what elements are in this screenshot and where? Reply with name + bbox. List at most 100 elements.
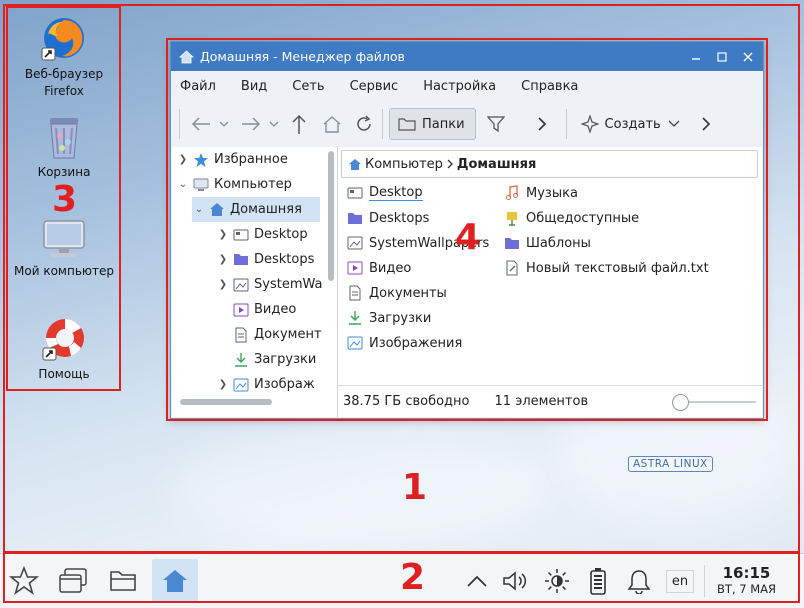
chevron-right-icon — [537, 117, 546, 131]
home-icon — [349, 158, 361, 170]
video-folder-icon — [347, 261, 363, 275]
tree-item-desktops[interactable]: ❯ Desktops — [216, 247, 315, 272]
menu-network[interactable]: Сеть — [289, 77, 327, 96]
tray-expand-button[interactable] — [460, 559, 494, 603]
arrow-up-icon — [292, 114, 306, 134]
documents-folder-icon — [235, 327, 247, 342]
menu-file[interactable]: Файл — [177, 77, 219, 96]
breadcrumb-root[interactable]: Компьютер — [365, 157, 443, 172]
expand-arrow-icon[interactable]: ❯ — [216, 379, 230, 390]
notifications-button[interactable] — [618, 559, 660, 603]
annotation-number-3: 3 — [52, 179, 78, 220]
desktop-icon-my-computer[interactable]: Мой компьютер — [10, 219, 118, 280]
desktop-icon-label: Firefox — [44, 84, 84, 98]
breadcrumb[interactable]: Компьютер Домашняя — [341, 150, 758, 178]
zoom-slider-handle[interactable] — [672, 394, 689, 411]
forward-history-dropdown[interactable] — [266, 108, 282, 140]
minimize-button[interactable] — [685, 46, 707, 68]
zoom-slider[interactable] — [672, 394, 756, 411]
forward-button[interactable] — [236, 108, 266, 140]
breadcrumb-current[interactable]: Домашняя — [457, 157, 536, 172]
filter-button[interactable] — [480, 108, 512, 140]
battery-button[interactable] — [578, 559, 618, 603]
tree-item-video[interactable]: Видео — [230, 297, 296, 322]
close-button[interactable] — [737, 46, 759, 68]
up-button[interactable] — [284, 108, 314, 140]
tree-item-images[interactable]: ❯ Изображ — [216, 372, 315, 397]
status-bar: 38.75 ГБ свободно 11 элементов — [338, 385, 762, 417]
images-folder-icon — [347, 336, 363, 350]
desktops-switcher-button[interactable] — [50, 559, 96, 603]
folders-toggle-label: Папки — [422, 116, 465, 132]
annotation-number-1: 1 — [402, 467, 428, 508]
file-item-documents[interactable]: Документы — [347, 281, 447, 305]
windows-icon — [59, 568, 87, 593]
expand-arrow-icon[interactable]: ❯ — [216, 254, 230, 265]
file-item-new-text-file[interactable]: Новый текстовый файл.txt — [504, 256, 709, 280]
home-button[interactable] — [316, 108, 348, 140]
toolbar-overflow-button[interactable] — [695, 108, 717, 140]
expand-arrow-icon[interactable]: ❯ — [216, 229, 230, 240]
close-icon — [743, 52, 753, 61]
tree-item-favorites[interactable]: ❯ Избранное — [176, 147, 288, 172]
tree-item-desktop[interactable]: ❯ Desktop — [216, 222, 308, 247]
lifebuoy-icon — [42, 319, 84, 361]
collapse-arrow-icon[interactable]: ⌄ — [176, 179, 190, 190]
minimize-icon — [692, 57, 700, 60]
file-item-templates[interactable]: Шаблоны — [504, 231, 591, 255]
menu-service[interactable]: Сервис — [347, 77, 402, 96]
folder-icon — [234, 254, 248, 265]
tree-item-systemwallpapers[interactable]: ❯ SystemWa — [216, 272, 323, 297]
folders-toggle-button[interactable]: Папки — [389, 108, 476, 140]
file-item-public[interactable]: Общедоступные — [504, 206, 639, 230]
file-item-downloads[interactable]: Загрузки — [347, 306, 431, 330]
collapse-arrow-icon[interactable]: ⌄ — [192, 204, 206, 215]
wallpaper-folder-icon — [347, 236, 363, 250]
brightness-button[interactable] — [536, 559, 578, 603]
desktop-icon-trash[interactable]: Корзина — [10, 114, 118, 181]
file-manager-launcher[interactable] — [100, 559, 146, 603]
expand-arrow-icon[interactable]: ❯ — [176, 154, 190, 165]
refresh-button[interactable] — [348, 108, 380, 140]
menu-settings[interactable]: Настройка — [420, 77, 499, 96]
desktop: ASTRA LINUX Веб-браузер Firefox Корзина — [0, 0, 804, 608]
tree-item-downloads[interactable]: Загрузки — [230, 347, 316, 372]
file-item-video[interactable]: Видео — [347, 256, 411, 280]
tree-item-documents[interactable]: Документ — [230, 322, 322, 347]
create-button[interactable]: Создать — [577, 108, 685, 140]
file-item-images[interactable]: Изображения — [347, 331, 462, 355]
tree-vertical-scrollbar[interactable] — [328, 151, 334, 281]
file-item-music[interactable]: Музыка — [504, 181, 578, 205]
menu-help[interactable]: Справка — [518, 77, 581, 96]
desktop-icon-help[interactable]: Помощь — [10, 316, 118, 383]
volume-button[interactable] — [494, 559, 536, 603]
language-indicator[interactable]: en — [662, 559, 698, 603]
back-button[interactable] — [186, 108, 216, 140]
item-count-label: 11 элементов — [494, 394, 589, 409]
window-titlebar[interactable]: Домашняя - Менеджер файлов — [171, 42, 763, 71]
clock[interactable]: 16:15 ВТ, 7 МАЯ — [704, 565, 788, 597]
back-history-dropdown[interactable] — [216, 108, 232, 140]
chevron-down-icon — [668, 120, 680, 127]
toolbar: Папки Создать — [171, 101, 763, 147]
refresh-icon — [357, 115, 371, 131]
taskbar-window-file-manager[interactable] — [152, 559, 198, 603]
arrow-left-icon — [191, 117, 210, 131]
window-title: Домашняя - Менеджер файлов — [200, 49, 405, 64]
tree-horizontal-scrollbar[interactable] — [180, 399, 272, 405]
tree-item-home[interactable]: ⌄ Домашняя — [192, 197, 320, 222]
file-item-desktops[interactable]: Desktops — [347, 206, 429, 230]
music-folder-icon — [506, 185, 518, 200]
maximize-button[interactable] — [711, 46, 733, 68]
more-button[interactable] — [522, 108, 562, 140]
annotation-number-4: 4 — [455, 217, 481, 258]
desktop-icon-firefox[interactable]: Веб-браузер Firefox — [10, 14, 118, 100]
templates-folder-icon — [505, 237, 519, 249]
file-item-desktop[interactable]: Desktop — [347, 181, 423, 205]
expand-arrow-icon[interactable]: ❯ — [216, 279, 230, 290]
menu-view[interactable]: Вид — [238, 77, 270, 96]
folder-tree[interactable]: ❯ Избранное ⌄ Компьютер ⌄ Домашняя ❯ Des… — [172, 147, 338, 417]
brightness-icon — [545, 569, 569, 593]
start-menu-button[interactable] — [4, 559, 44, 603]
tree-item-computer[interactable]: ⌄ Компьютер — [176, 172, 292, 197]
